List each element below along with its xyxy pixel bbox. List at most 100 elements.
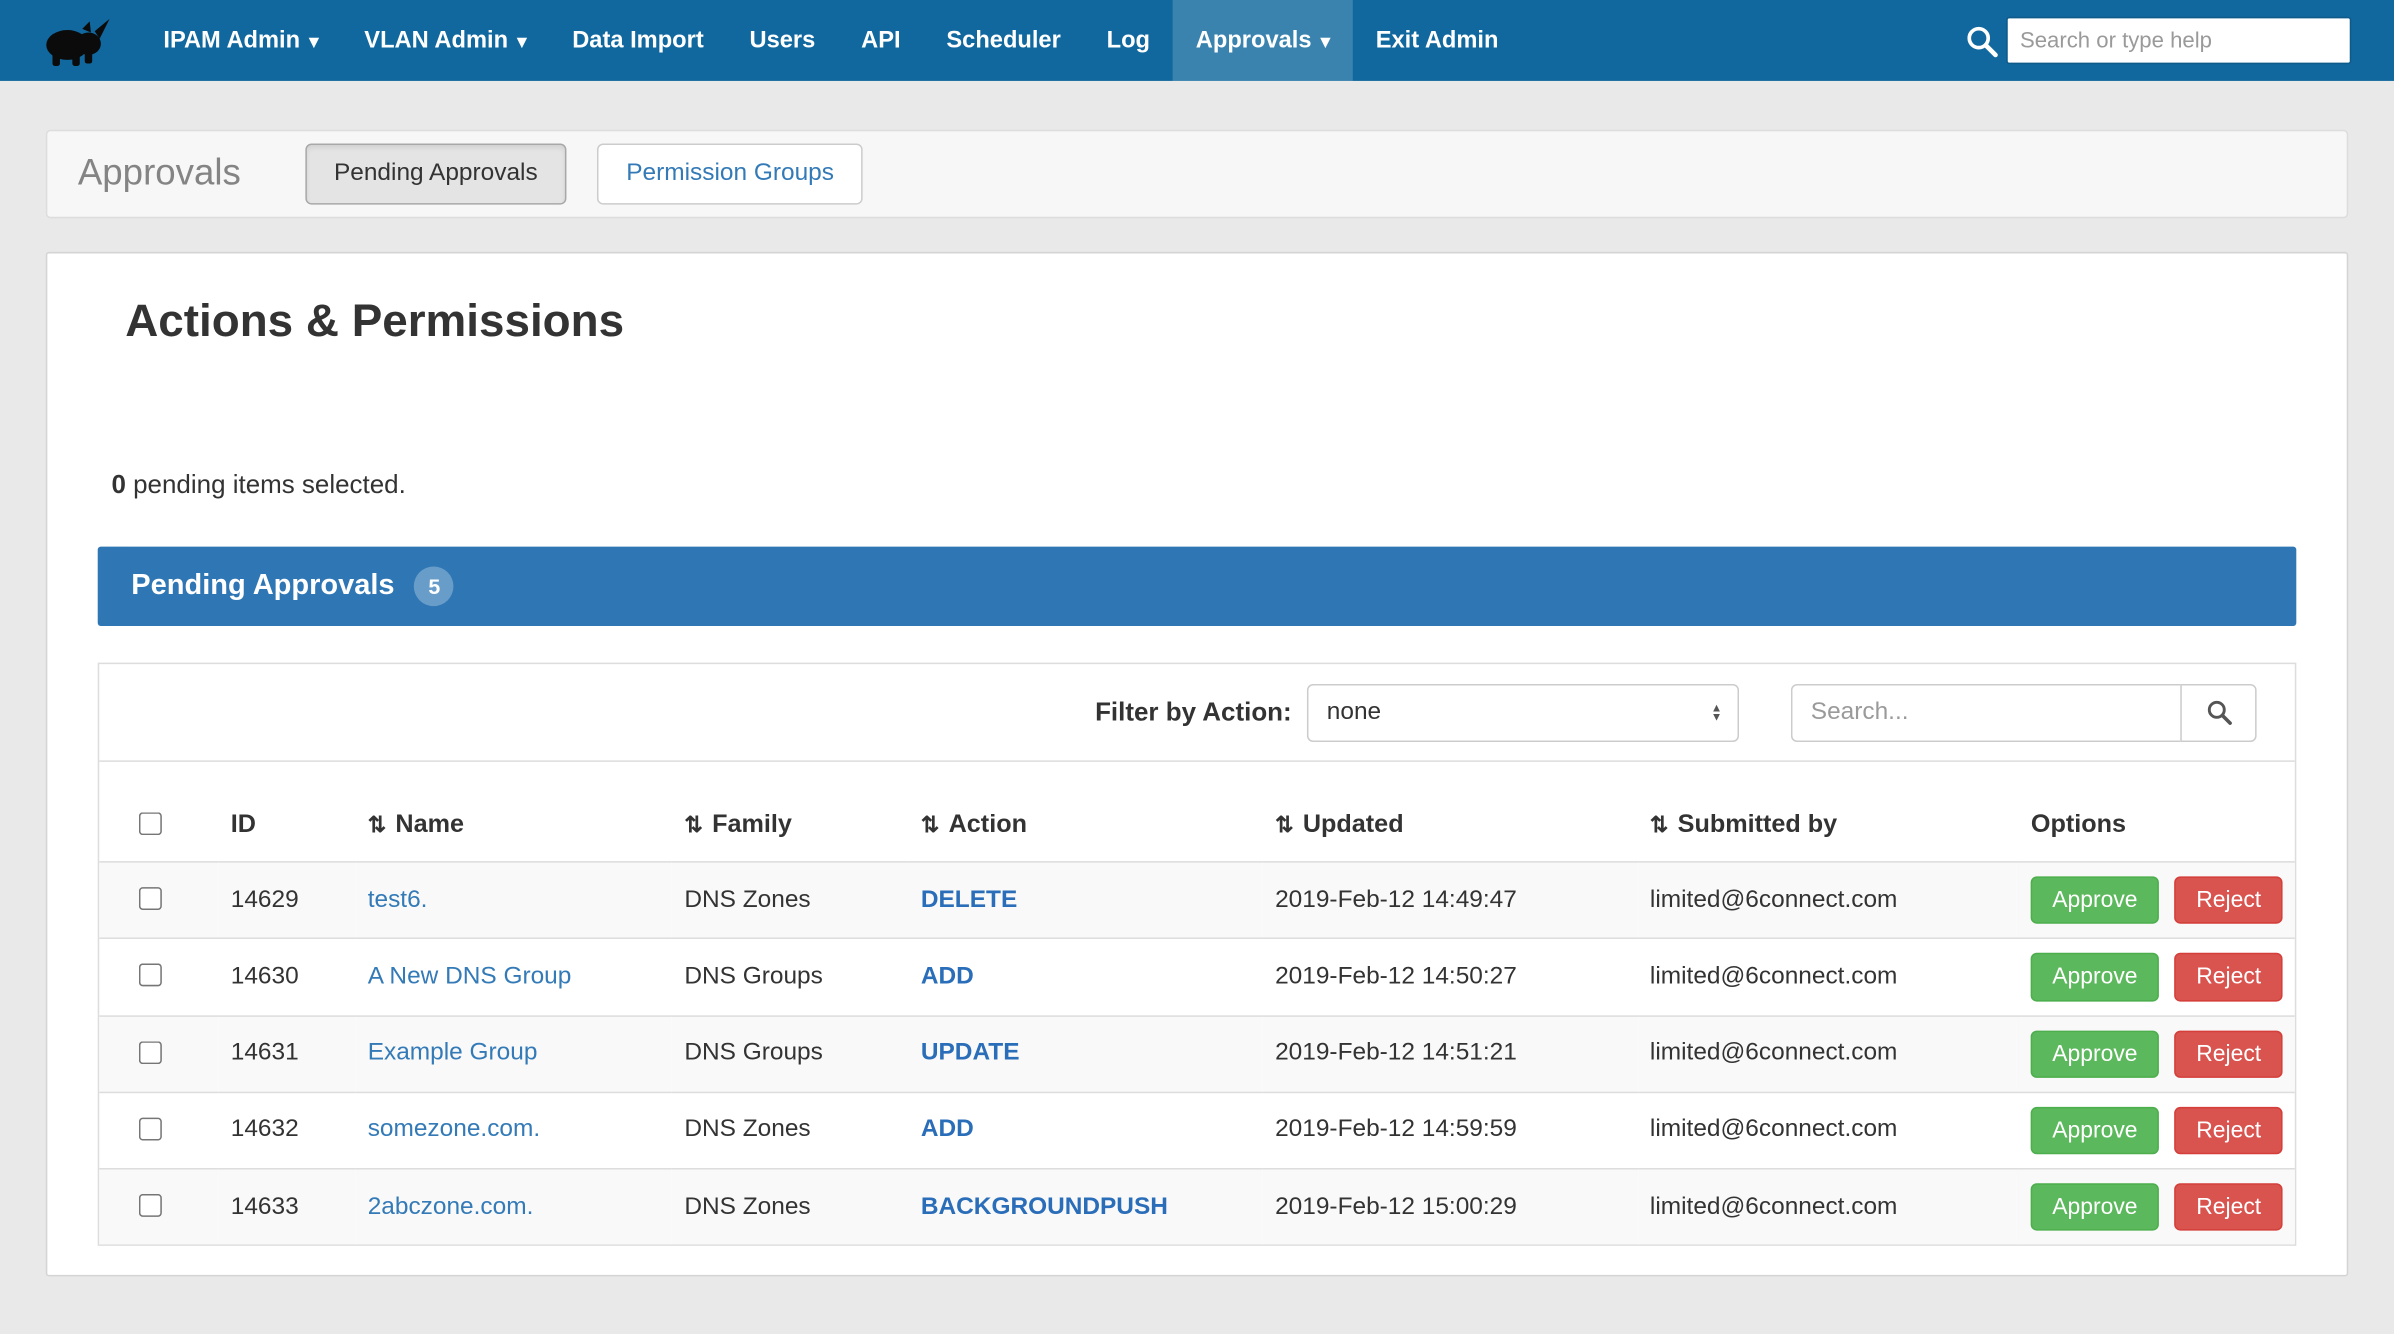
table-header-row: ID ⇅Name ⇅Family ⇅Action ⇅Updated ⇅Submi… (99, 792, 2295, 861)
nav-item-label: Scheduler (946, 27, 1060, 54)
section-title: Actions & Permissions (98, 253, 2297, 348)
table-search-input[interactable] (1791, 683, 2180, 741)
select-all-checkbox[interactable] (139, 812, 162, 835)
header-label: Options (2031, 811, 2126, 838)
name-link[interactable]: Example Group (368, 1040, 538, 1066)
pending-approvals-table: ID ⇅Name ⇅Family ⇅Action ⇅Updated ⇅Submi… (99, 792, 2295, 1244)
table-search-group (1791, 683, 2257, 741)
nav-item-label: Approvals (1196, 27, 1312, 54)
row-checkbox[interactable] (139, 887, 162, 910)
table-row: 14630 A New DNS Group DNS Groups ADD 201… (99, 939, 2295, 1016)
nav-item-api[interactable]: API (838, 0, 923, 81)
sort-icon: ⇅ (368, 814, 387, 838)
name-link[interactable]: somezone.com. (368, 1117, 540, 1143)
name-link[interactable]: A New DNS Group (368, 963, 572, 989)
subheader-wrap: Approvals Pending Approvals Permission G… (0, 81, 2394, 218)
select-all-cell (99, 792, 218, 861)
top-navbar: IPAM Admin ▾ VLAN Admin ▾ Data Import Us… (0, 0, 2394, 81)
header-label: Submitted by (1678, 811, 1838, 838)
header-label: Updated (1303, 811, 1404, 838)
nav-item-log[interactable]: Log (1084, 0, 1173, 81)
global-search-input[interactable] (2006, 17, 2351, 64)
row-checkbox[interactable] (139, 1194, 162, 1217)
nav-item-approvals[interactable]: Approvals ▾ (1173, 0, 1353, 81)
rhino-logo-svg (35, 13, 114, 68)
action-link[interactable]: ADD (921, 1117, 974, 1143)
nav-item-label: Data Import (572, 27, 703, 54)
table-search-button[interactable] (2180, 683, 2256, 741)
header-id: ID (219, 792, 356, 861)
action-filter-select[interactable]: none ▲▼ (1307, 683, 1739, 741)
nav-item-data-import[interactable]: Data Import (549, 0, 726, 81)
nav-menu: IPAM Admin ▾ VLAN Admin ▾ Data Import Us… (140, 0, 1521, 81)
header-options: Options (2019, 792, 2295, 861)
nav-item-scheduler[interactable]: Scheduler (923, 0, 1083, 81)
cell-family: DNS Zones (672, 1169, 908, 1245)
header-family[interactable]: ⇅Family (672, 792, 908, 861)
row-checkbox[interactable] (139, 964, 162, 987)
tab-permission-groups[interactable]: Permission Groups (597, 144, 863, 204)
pending-count-badge: 5 (414, 566, 454, 606)
cell-id: 14632 (219, 1092, 356, 1169)
main-wrap: Actions & Permissions 0 pending items se… (0, 218, 2394, 1276)
selected-count: 0 (111, 470, 125, 499)
approve-button[interactable]: Approve (2031, 1107, 2159, 1155)
pending-approvals-title: Pending Approvals (131, 569, 394, 603)
cell-id: 14633 (219, 1169, 356, 1245)
approve-button[interactable]: Approve (2031, 953, 2159, 1001)
header-label: Family (712, 811, 792, 838)
name-link[interactable]: test6. (368, 886, 428, 912)
sort-icon: ⇅ (921, 814, 940, 838)
page-title: Approvals (78, 153, 241, 196)
reject-button[interactable]: Reject (2175, 953, 2283, 1001)
search-icon (2204, 698, 2233, 727)
row-checkbox[interactable] (139, 1041, 162, 1064)
cell-updated: 2019-Feb-12 14:59:59 (1263, 1092, 1638, 1169)
cell-updated: 2019-Feb-12 15:00:29 (1263, 1169, 1638, 1245)
cell-submitted-by: limited@6connect.com (1638, 1015, 2019, 1092)
chevron-down-icon: ▾ (1321, 30, 1330, 51)
filter-by-action-label: Filter by Action: (1095, 697, 1292, 728)
cell-submitted-by: limited@6connect.com (1638, 1169, 2019, 1245)
header-submitted-by[interactable]: ⇅ Submitted by (1638, 792, 2019, 861)
approve-button[interactable]: Approve (2031, 1030, 2159, 1078)
approve-button[interactable]: Approve (2031, 876, 2159, 924)
cell-id: 14631 (219, 1015, 356, 1092)
action-link[interactable]: UPDATE (921, 1040, 1020, 1066)
nav-item-label: Log (1107, 27, 1150, 54)
tab-pending-approvals[interactable]: Pending Approvals (305, 144, 567, 204)
action-link[interactable]: ADD (921, 963, 974, 989)
header-name[interactable]: ⇅Name (355, 792, 672, 861)
table-row: 14631 Example Group DNS Groups UPDATE 20… (99, 1015, 2295, 1092)
action-link[interactable]: BACKGROUNDPUSH (921, 1193, 1168, 1219)
nav-item-vlan-admin[interactable]: VLAN Admin ▾ (341, 0, 549, 81)
row-checkbox[interactable] (139, 1117, 162, 1140)
selected-text: pending items selected. (126, 470, 406, 499)
cell-id: 14629 (219, 862, 356, 939)
reject-button[interactable]: Reject (2175, 1107, 2283, 1155)
approve-button[interactable]: Approve (2031, 1183, 2159, 1231)
table-row: 14632 somezone.com. DNS Zones ADD 2019-F… (99, 1092, 2295, 1169)
chevron-down-icon: ▾ (517, 30, 526, 51)
nav-item-exit-admin[interactable]: Exit Admin (1353, 0, 1522, 81)
nav-item-users[interactable]: Users (727, 0, 839, 81)
name-link[interactable]: 2abczone.com. (368, 1193, 534, 1219)
search-icon[interactable] (1963, 22, 2000, 59)
approvals-grid-panel: Filter by Action: none ▲▼ (98, 663, 2297, 1247)
rhino-logo-icon[interactable] (27, 0, 122, 81)
sort-icon: ⇅ (1650, 814, 1669, 838)
cell-family: DNS Zones (672, 862, 908, 939)
reject-button[interactable]: Reject (2175, 1030, 2283, 1078)
action-link[interactable]: DELETE (921, 886, 1017, 912)
header-updated[interactable]: ⇅Updated (1263, 792, 1638, 861)
cell-submitted-by: limited@6connect.com (1638, 939, 2019, 1016)
reject-button[interactable]: Reject (2175, 876, 2283, 924)
header-label: Action (949, 811, 1027, 838)
reject-button[interactable]: Reject (2175, 1183, 2283, 1231)
nav-item-label: IPAM Admin (163, 27, 300, 54)
cell-family: DNS Groups (672, 1015, 908, 1092)
header-action[interactable]: ⇅ Action (909, 792, 1263, 861)
nav-item-ipam-admin[interactable]: IPAM Admin ▾ (140, 0, 341, 81)
action-filter-value: none (1327, 699, 1381, 726)
chevron-down-icon: ▾ (309, 30, 318, 51)
